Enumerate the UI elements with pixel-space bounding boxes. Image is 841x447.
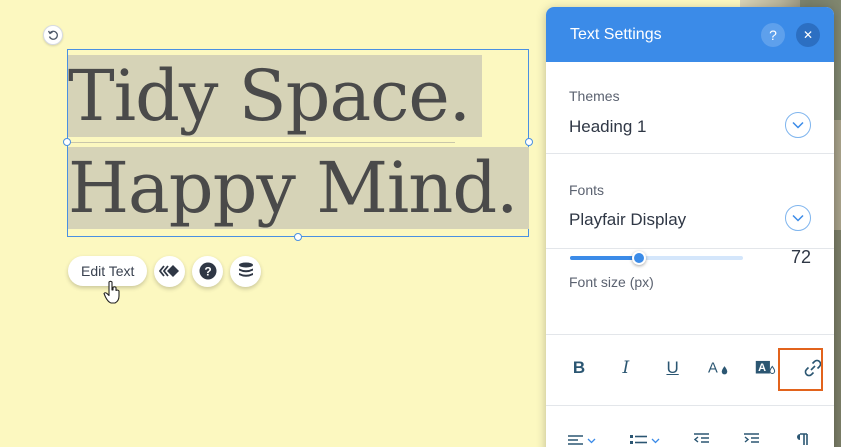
chevron-down-icon	[792, 121, 804, 129]
hand-cursor-icon	[103, 280, 120, 304]
text-color-icon: A	[708, 361, 728, 377]
resize-handle-left[interactable]	[63, 138, 71, 146]
chevron-down-icon	[792, 214, 804, 222]
increase-indent-icon	[744, 433, 759, 443]
font-size-value[interactable]: 72	[791, 247, 811, 268]
heading-line-1: Tidy Space.	[68, 50, 483, 142]
help-icon: ?	[769, 26, 777, 43]
svg-text:?: ?	[204, 265, 211, 279]
link-button-highlight	[778, 348, 823, 391]
rotate-icon	[47, 30, 58, 40]
paragraph-buttons-row	[568, 432, 808, 447]
font-size-slider[interactable]	[570, 251, 743, 265]
align-left-icon	[568, 435, 583, 445]
chevron-down-icon	[587, 438, 596, 444]
panel-close-button[interactable]: ✕	[796, 22, 820, 47]
animation-button[interactable]	[154, 255, 186, 287]
themes-dropdown-value[interactable]: Heading 1	[569, 117, 647, 137]
help-icon: ?	[199, 262, 217, 280]
data-connect-button[interactable]	[230, 255, 262, 287]
svg-text:A: A	[758, 362, 766, 374]
themes-label: Themes	[569, 88, 620, 104]
heading-line-2: Happy Mind.	[68, 142, 530, 234]
panel-title: Text Settings	[570, 25, 662, 43]
alignment-button[interactable]	[568, 432, 596, 447]
themes-dropdown-button[interactable]	[785, 112, 811, 138]
bullet-list-icon	[630, 435, 647, 444]
database-icon	[238, 262, 253, 277]
resize-handle-bottom[interactable]	[294, 233, 302, 241]
bold-button[interactable]: B	[568, 356, 590, 380]
font-size-label: Font size (px)	[569, 274, 654, 290]
svg-text:A: A	[708, 361, 718, 377]
italic-button[interactable]: I	[615, 356, 637, 380]
fonts-dropdown-button[interactable]	[785, 205, 811, 231]
text-color-button[interactable]: A	[708, 356, 730, 380]
slider-knob[interactable]	[632, 251, 646, 265]
rotate-handle[interactable]	[43, 25, 63, 45]
fonts-dropdown-value[interactable]: Playfair Display	[569, 210, 686, 230]
text-settings-panel: Text Settings ? ✕ Themes Heading 1 Fonts…	[546, 7, 834, 447]
resize-handle-right[interactable]	[525, 138, 533, 146]
chevron-down-icon	[651, 438, 660, 444]
highlight-color-button[interactable]: A	[755, 356, 777, 380]
fonts-section: Fonts Playfair Display	[546, 154, 834, 249]
themes-section: Themes Heading 1	[546, 62, 834, 154]
panel-header: Text Settings ? ✕	[546, 7, 834, 62]
highlight-icon: A	[755, 360, 776, 374]
increase-indent-button[interactable]	[744, 432, 760, 447]
help-button[interactable]: ?	[192, 255, 224, 287]
selected-text-element[interactable]: Tidy Space. Happy Mind.	[63, 49, 533, 241]
rtl-direction-icon	[797, 433, 808, 445]
element-toolbar: Edit Text ?	[68, 255, 262, 287]
slider-fill	[570, 256, 639, 260]
list-button[interactable]	[630, 432, 660, 447]
panel-help-button[interactable]: ?	[761, 22, 785, 47]
text-direction-button[interactable]	[794, 432, 808, 447]
decrease-indent-icon	[693, 433, 709, 443]
fonts-label: Fonts	[569, 182, 605, 198]
decrease-indent-button[interactable]	[693, 432, 710, 447]
underline-button[interactable]: U	[662, 356, 684, 380]
close-icon: ✕	[802, 27, 814, 42]
animation-icon	[158, 265, 179, 277]
